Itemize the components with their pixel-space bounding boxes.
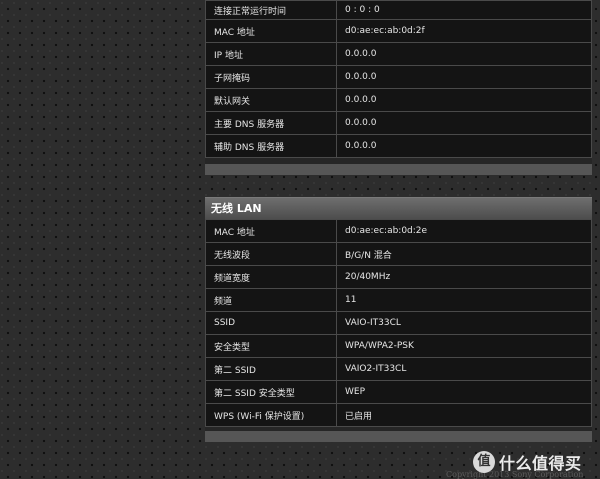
row-label: 子网掩码: [205, 65, 337, 89]
table-row: 第二 SSID 安全类型 WEP: [205, 380, 592, 404]
row-value: 0.0.0.0: [336, 42, 592, 66]
row-value: WEP: [336, 380, 592, 404]
wireless-lan-panel: 无线 LAN MAC 地址 d0:ae:ec:ab:0d:2e 无线波段 B/G…: [205, 197, 592, 442]
row-label: 无线波段: [205, 242, 337, 266]
row-value: 20/40MHz: [336, 265, 592, 289]
row-value: 11: [336, 288, 592, 312]
row-value: VAIO-IT33CL: [336, 311, 592, 335]
row-label: IP 地址: [205, 42, 337, 66]
table-row: 无线波段 B/G/N 混合: [205, 242, 592, 266]
table-row: 频道 11: [205, 288, 592, 312]
table-row: IP 地址 0.0.0.0: [205, 42, 592, 66]
panel-footer-bar: [205, 164, 592, 175]
row-value: d0:ae:ec:ab:0d:2f: [336, 19, 592, 43]
table-row: 连接正常运行时间 0 : 0 : 0: [205, 0, 592, 20]
table-row: 辅助 DNS 服务器 0.0.0.0: [205, 134, 592, 158]
row-value: WPA/WPA2-PSK: [336, 334, 592, 358]
panel-footer-bar: [205, 431, 592, 442]
row-value: B/G/N 混合: [336, 242, 592, 266]
table-row: SSID VAIO-IT33CL: [205, 311, 592, 335]
row-label: 默认网关: [205, 88, 337, 112]
table-row: MAC 地址 d0:ae:ec:ab:0d:2f: [205, 19, 592, 43]
row-value: 0 : 0 : 0: [336, 0, 592, 20]
watermark-text: 什么值得买: [499, 454, 582, 473]
wan-status-panel: 连接正常运行时间 0 : 0 : 0 MAC 地址 d0:ae:ec:ab:0d…: [205, 0, 592, 175]
watermark-logo-icon: 值: [473, 451, 495, 473]
table-row: MAC 地址 d0:ae:ec:ab:0d:2e: [205, 219, 592, 243]
row-label: 主要 DNS 服务器: [205, 111, 337, 135]
wan-info-table: 连接正常运行时间 0 : 0 : 0 MAC 地址 d0:ae:ec:ab:0d…: [205, 0, 592, 158]
row-label: 频道宽度: [205, 265, 337, 289]
row-label: 第二 SSID 安全类型: [205, 380, 337, 404]
row-value: VAIO2-IT33CL: [336, 357, 592, 381]
row-value: 0.0.0.0: [336, 88, 592, 112]
table-row: 第二 SSID VAIO2-IT33CL: [205, 357, 592, 381]
site-watermark: 值 什么值得买: [473, 450, 582, 474]
row-value: 0.0.0.0: [336, 134, 592, 158]
row-value: 0.0.0.0: [336, 65, 592, 89]
row-label: 辅助 DNS 服务器: [205, 134, 337, 158]
table-row: 默认网关 0.0.0.0: [205, 88, 592, 112]
row-label: WPS (Wi-Fi 保护设置): [205, 403, 337, 427]
table-row: 主要 DNS 服务器 0.0.0.0: [205, 111, 592, 135]
row-label: MAC 地址: [205, 19, 337, 43]
row-label: 连接正常运行时间: [205, 0, 337, 20]
table-row: 安全类型 WPA/WPA2-PSK: [205, 334, 592, 358]
table-row: 子网掩码 0.0.0.0: [205, 65, 592, 89]
row-value: d0:ae:ec:ab:0d:2e: [336, 219, 592, 243]
row-label: MAC 地址: [205, 219, 337, 243]
row-value: 0.0.0.0: [336, 111, 592, 135]
wlan-info-table: MAC 地址 d0:ae:ec:ab:0d:2e 无线波段 B/G/N 混合 频…: [205, 219, 592, 427]
row-value: 已启用: [336, 403, 592, 427]
table-row: WPS (Wi-Fi 保护设置) 已启用: [205, 403, 592, 427]
table-row: 频道宽度 20/40MHz: [205, 265, 592, 289]
row-label: SSID: [205, 311, 337, 335]
panel-title: 无线 LAN: [205, 197, 592, 219]
row-label: 频道: [205, 288, 337, 312]
row-label: 安全类型: [205, 334, 337, 358]
row-label: 第二 SSID: [205, 357, 337, 381]
